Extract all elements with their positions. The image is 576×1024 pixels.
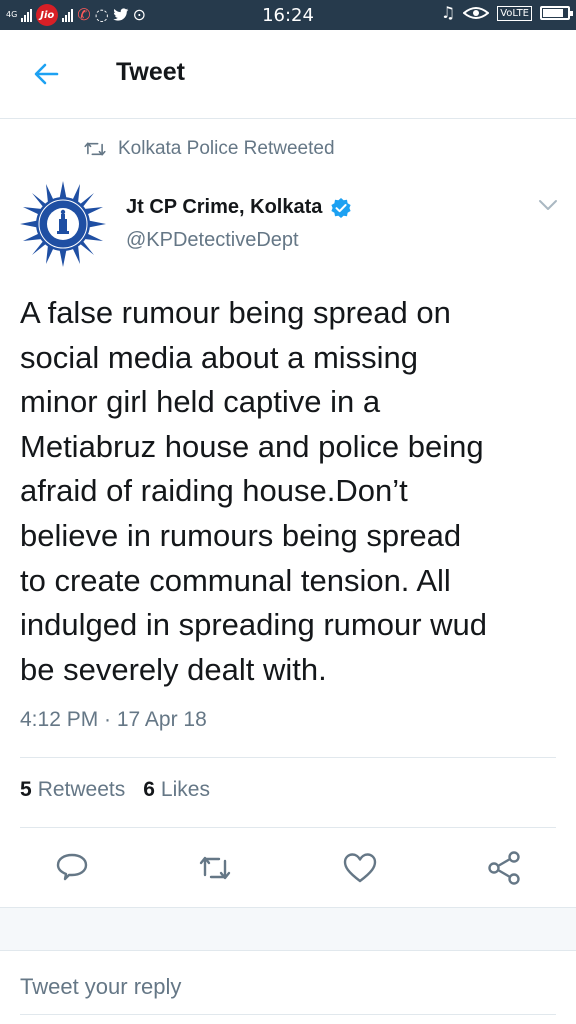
likes-label: Likes: [160, 778, 210, 801]
retweets-label: Retweets: [37, 778, 126, 801]
like-icon[interactable]: [340, 848, 380, 888]
retweets-stat[interactable]: 5 Retweets: [20, 778, 125, 802]
divider: [20, 827, 556, 828]
author-handle[interactable]: @KPDetectiveDept: [126, 229, 299, 252]
author-name[interactable]: Jt CP Crime, Kolkata: [126, 196, 352, 219]
retweets-count: 5: [20, 778, 32, 801]
reply-icon[interactable]: [52, 848, 92, 888]
tweet-text: A false rumour being spread on social me…: [20, 295, 488, 687]
reply-input[interactable]: Tweet your reply: [20, 974, 181, 1000]
section-separator: [0, 907, 576, 951]
retweet-small-icon: [84, 142, 106, 156]
status-right-icons: ♫ VoLTE: [440, 3, 573, 22]
retweet-banner: Kolkata Police Retweeted: [84, 138, 335, 160]
battery-level: [543, 9, 563, 17]
page-title: Tweet: [116, 58, 185, 86]
likes-count: 6: [143, 778, 155, 801]
police-badge-avatar[interactable]: [20, 181, 106, 267]
back-arrow-icon[interactable]: [30, 58, 62, 90]
engagement-stats: 5 Retweets 6 Likes: [20, 778, 210, 802]
app-bar: Tweet: [0, 30, 576, 119]
author-name-text: Jt CP Crime, Kolkata: [126, 196, 323, 218]
volte-badge: VoLTE: [497, 5, 532, 21]
share-icon[interactable]: [484, 848, 524, 888]
divider: [20, 757, 556, 758]
retweet-banner-text[interactable]: Kolkata Police Retweeted: [118, 138, 335, 160]
retweet-icon[interactable]: [195, 848, 235, 888]
battery-icon: [540, 6, 573, 20]
eye-comfort-icon: [463, 7, 490, 19]
status-bar: 4G Jio ✆ ◌ ⊙ 16:24 ♫ VoLTE: [0, 0, 576, 30]
chevron-down-icon[interactable]: [538, 198, 558, 212]
mute-icon: ♫: [440, 3, 456, 22]
verified-badge-icon: [331, 197, 351, 218]
reply-input-underline: [20, 1014, 556, 1015]
likes-stat[interactable]: 6 Likes: [143, 778, 210, 802]
tweet-timestamp: 4:12 PM · 17 Apr 18: [20, 708, 207, 731]
